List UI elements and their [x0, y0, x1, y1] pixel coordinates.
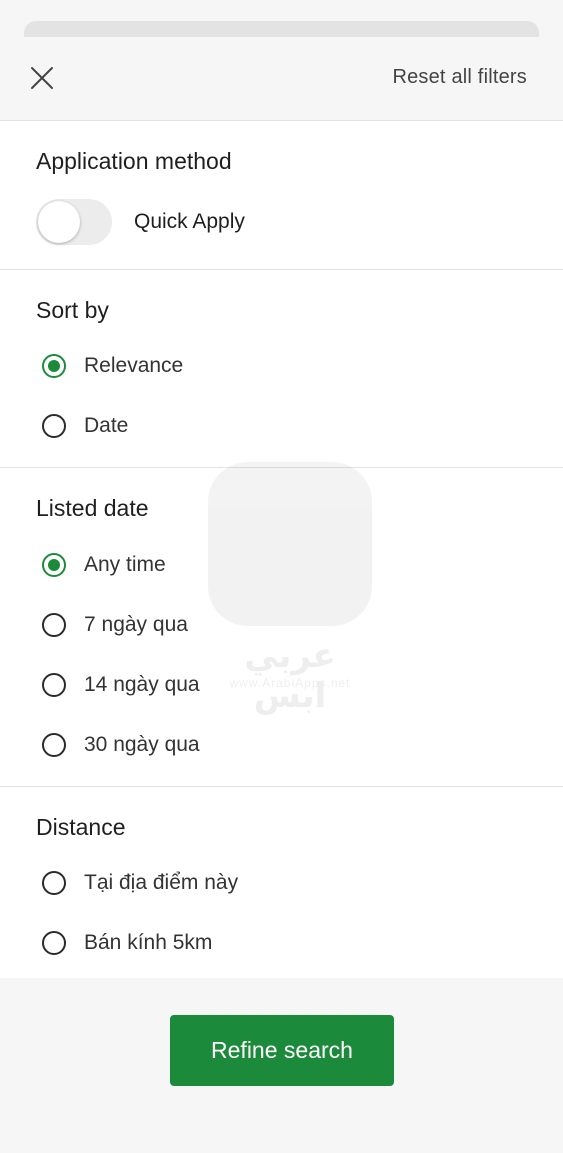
section-distance: Distance Tại địa điểm này Bán kính 5km	[0, 786, 563, 979]
radio-selected-icon	[42, 553, 66, 577]
distance-option-this-location[interactable]: Tại địa điểm này	[30, 859, 530, 907]
close-icon	[31, 67, 53, 89]
sheet-header: Reset all filters	[0, 0, 563, 120]
toggle-knob	[38, 201, 80, 243]
option-label: Relevance	[84, 354, 184, 377]
section-sort-by: Sort by Relevance Date	[0, 269, 563, 468]
radio-selected-icon	[42, 354, 66, 378]
filters-panel: Application method Quick Apply Sort by R…	[0, 120, 563, 978]
listed-date-option-7-days[interactable]: 7 ngày qua	[30, 601, 530, 649]
option-label: Tại địa điểm này	[84, 871, 239, 894]
section-application-method: Application method Quick Apply	[0, 120, 563, 270]
radio-icon	[42, 673, 66, 697]
section-title: Application method	[36, 148, 232, 174]
radio-icon	[42, 931, 66, 955]
option-label: Bán kính 5km	[84, 931, 213, 954]
reset-all-filters-link[interactable]: Reset all filters	[392, 66, 527, 89]
section-title: Distance	[36, 814, 126, 840]
radio-icon	[42, 733, 66, 757]
close-button[interactable]	[26, 62, 58, 94]
option-label: 14 ngày qua	[84, 673, 200, 696]
radio-icon	[42, 613, 66, 637]
radio-icon	[42, 871, 66, 895]
quick-apply-label: Quick Apply	[134, 210, 245, 233]
sort-option-date[interactable]: Date	[30, 402, 530, 450]
option-label: Date	[84, 414, 129, 437]
option-label: 30 ngày qua	[84, 733, 200, 756]
distance-option-5km[interactable]: Bán kính 5km	[30, 919, 530, 967]
listed-date-option-30-days[interactable]: 30 ngày qua	[30, 721, 530, 769]
section-title: Listed date	[36, 495, 149, 521]
option-label: Any time	[84, 553, 166, 576]
radio-icon	[42, 414, 66, 438]
sheet-grab-bar[interactable]	[24, 21, 539, 37]
quick-apply-toggle[interactable]	[36, 199, 112, 245]
refine-search-button[interactable]: Refine search	[170, 1015, 394, 1086]
option-label: 7 ngày qua	[84, 613, 188, 636]
sort-option-relevance[interactable]: Relevance	[30, 342, 530, 390]
section-listed-date: Listed date Any time 7 ngày qua 14 ngày …	[0, 467, 563, 787]
section-title: Sort by	[36, 297, 109, 323]
listed-date-option-14-days[interactable]: 14 ngày qua	[30, 661, 530, 709]
listed-date-option-any-time[interactable]: Any time	[30, 541, 530, 589]
